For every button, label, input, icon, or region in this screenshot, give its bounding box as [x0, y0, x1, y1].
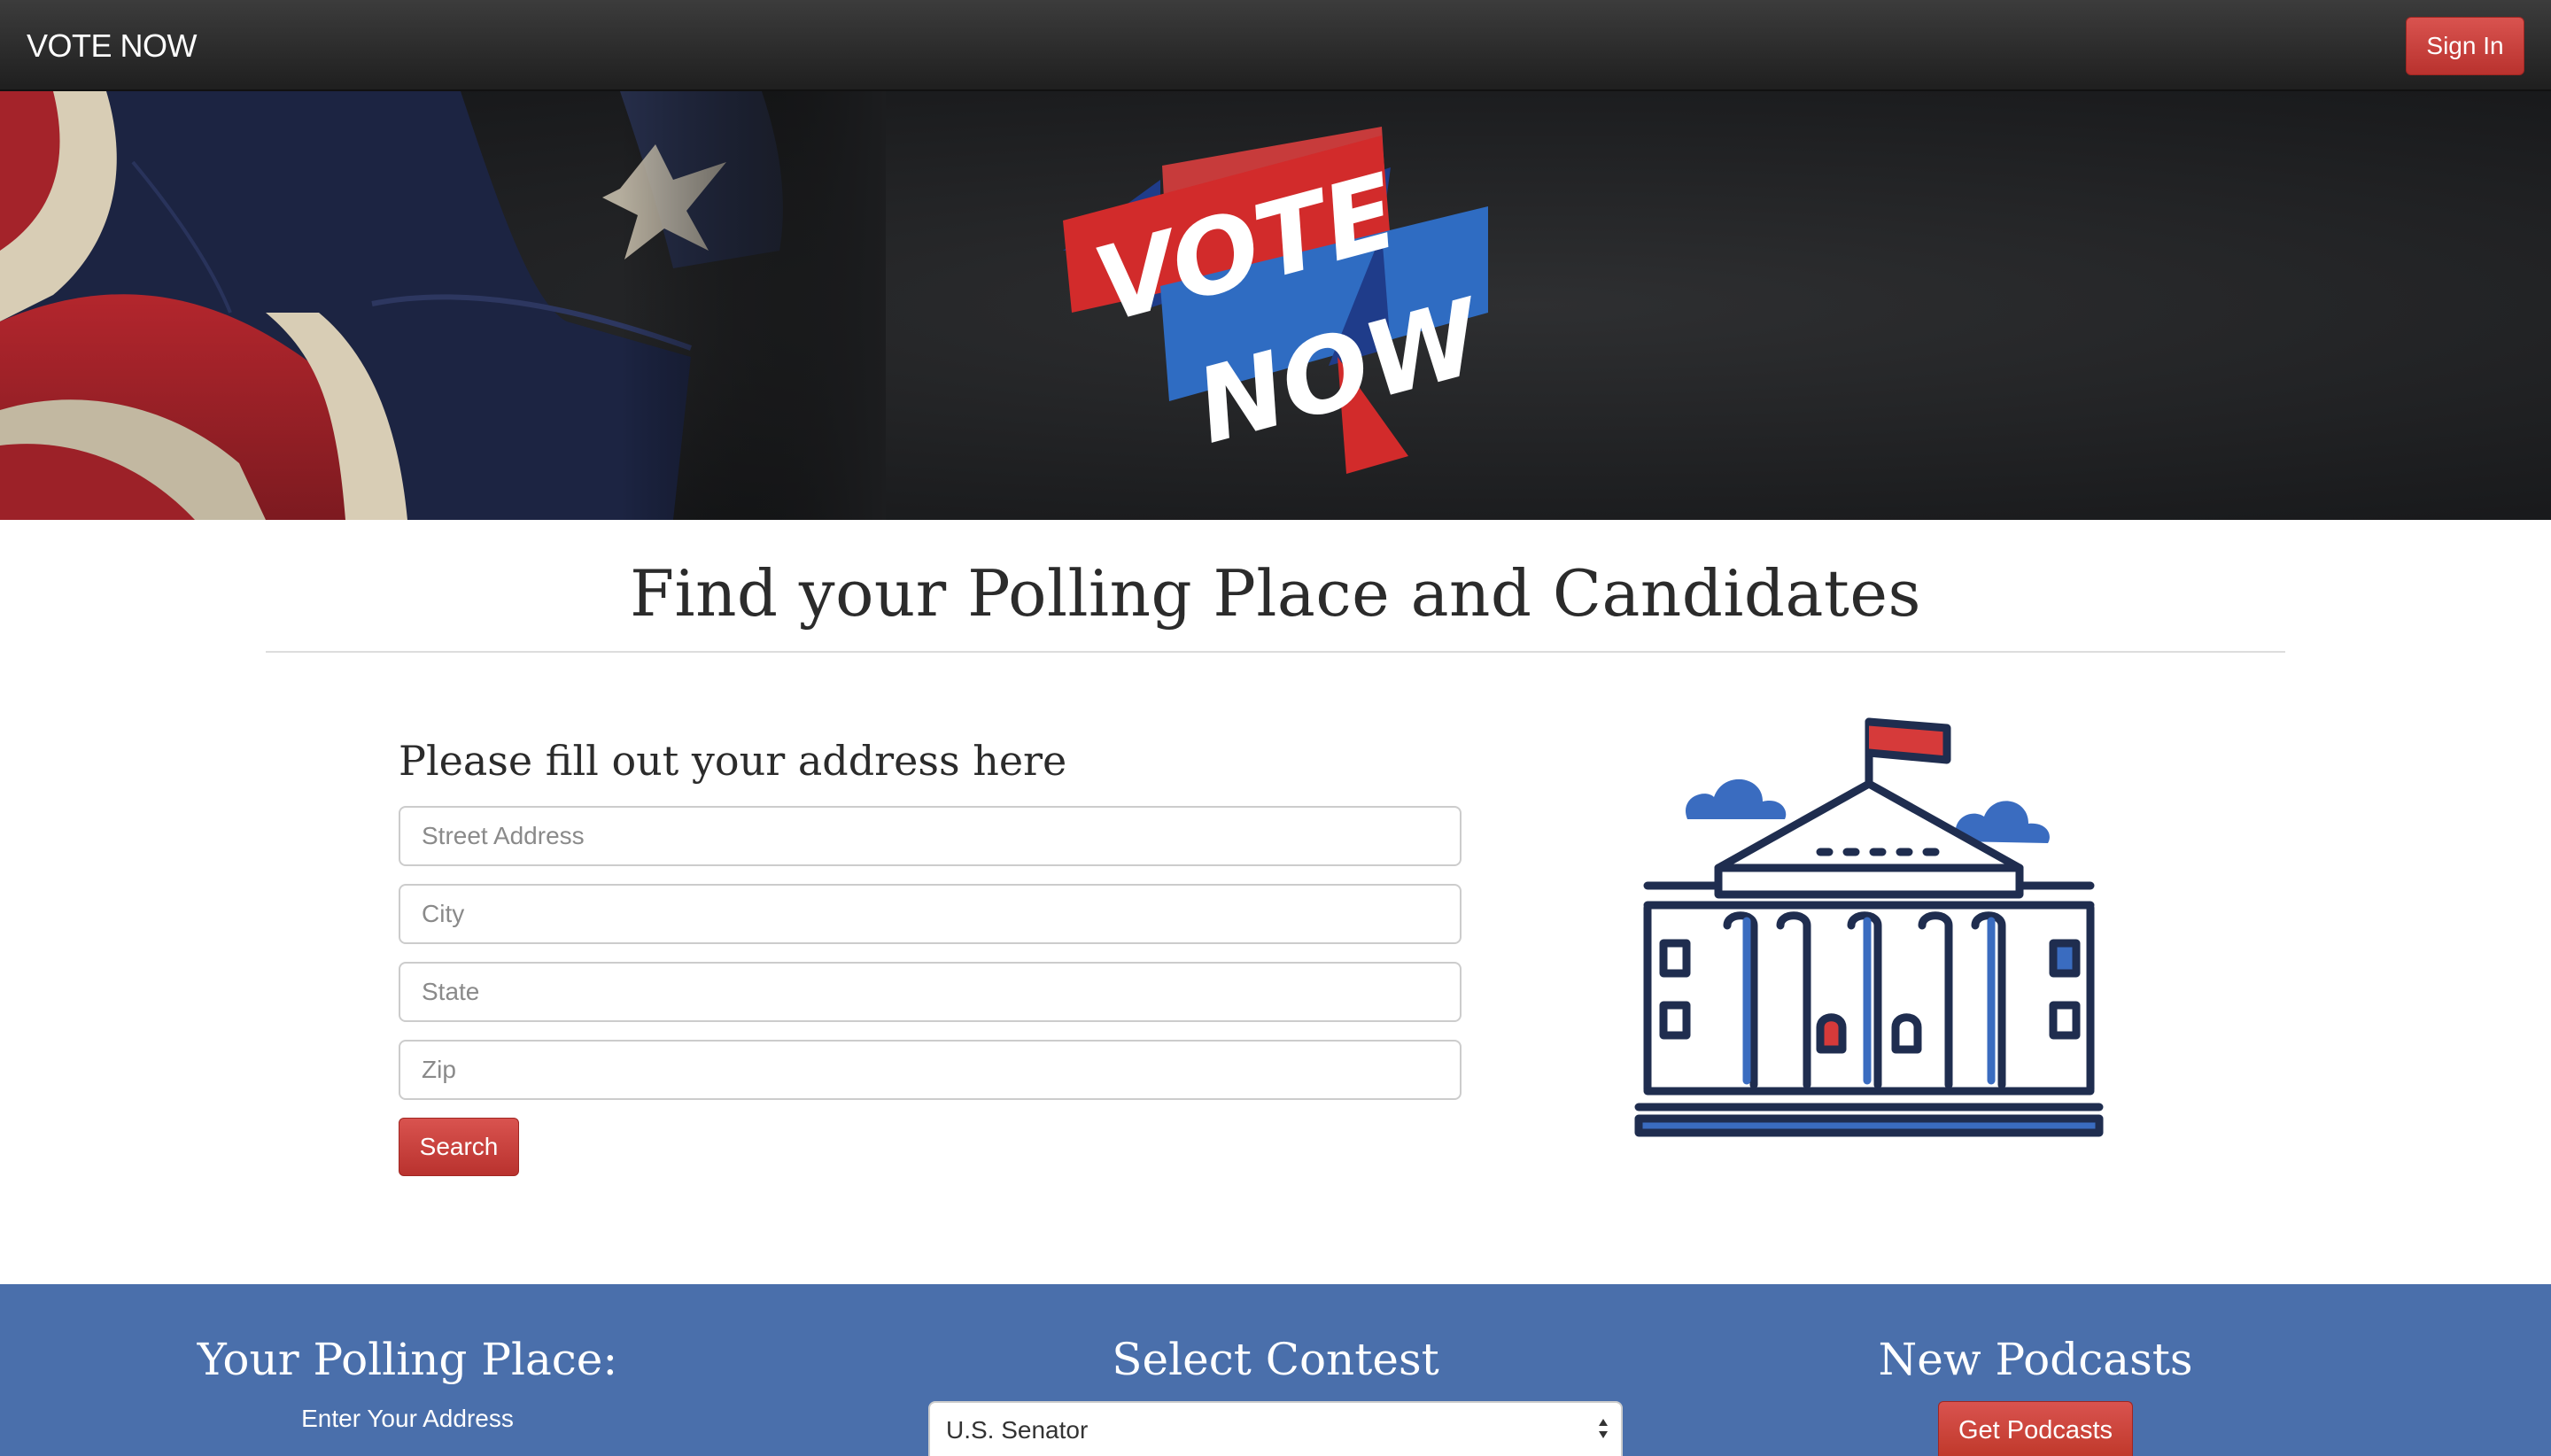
- new-podcasts-title: New Podcasts: [1878, 1334, 2193, 1385]
- address-form-title: Please fill out your address here: [399, 737, 1067, 785]
- title-divider: [266, 651, 2285, 653]
- street-address-input[interactable]: [399, 806, 1462, 866]
- page-title: Find your Polling Place and Candidates: [630, 556, 1921, 631]
- flag-graphic: [0, 91, 886, 520]
- contest-selected-value: U.S. Senator: [946, 1416, 1089, 1444]
- capitol-building-icon: [1634, 717, 2104, 1137]
- select-contest-title: Select Contest: [1112, 1334, 1439, 1385]
- polling-place-subtitle: Enter Your Address: [301, 1405, 514, 1432]
- hero-flag-image: VOTE NOW: [0, 91, 1497, 520]
- search-button[interactable]: Search: [399, 1118, 519, 1176]
- sign-in-button[interactable]: Sign In: [2406, 17, 2524, 75]
- polling-place-title: Your Polling Place:: [197, 1334, 618, 1385]
- zip-input[interactable]: [399, 1040, 1462, 1100]
- top-navbar: VOTE NOW Sign In: [0, 0, 2551, 91]
- contest-select[interactable]: U.S. Senator: [928, 1401, 1623, 1456]
- state-input[interactable]: [399, 962, 1462, 1022]
- city-input[interactable]: [399, 884, 1462, 944]
- get-podcasts-button[interactable]: Get Podcasts: [1938, 1401, 2133, 1456]
- vote-now-logo: VOTE NOW: [1063, 127, 1497, 474]
- brand-link[interactable]: VOTE NOW: [27, 0, 198, 91]
- hero-banner: VOTE NOW: [0, 91, 2551, 520]
- select-arrows-icon: [1599, 1419, 1608, 1438]
